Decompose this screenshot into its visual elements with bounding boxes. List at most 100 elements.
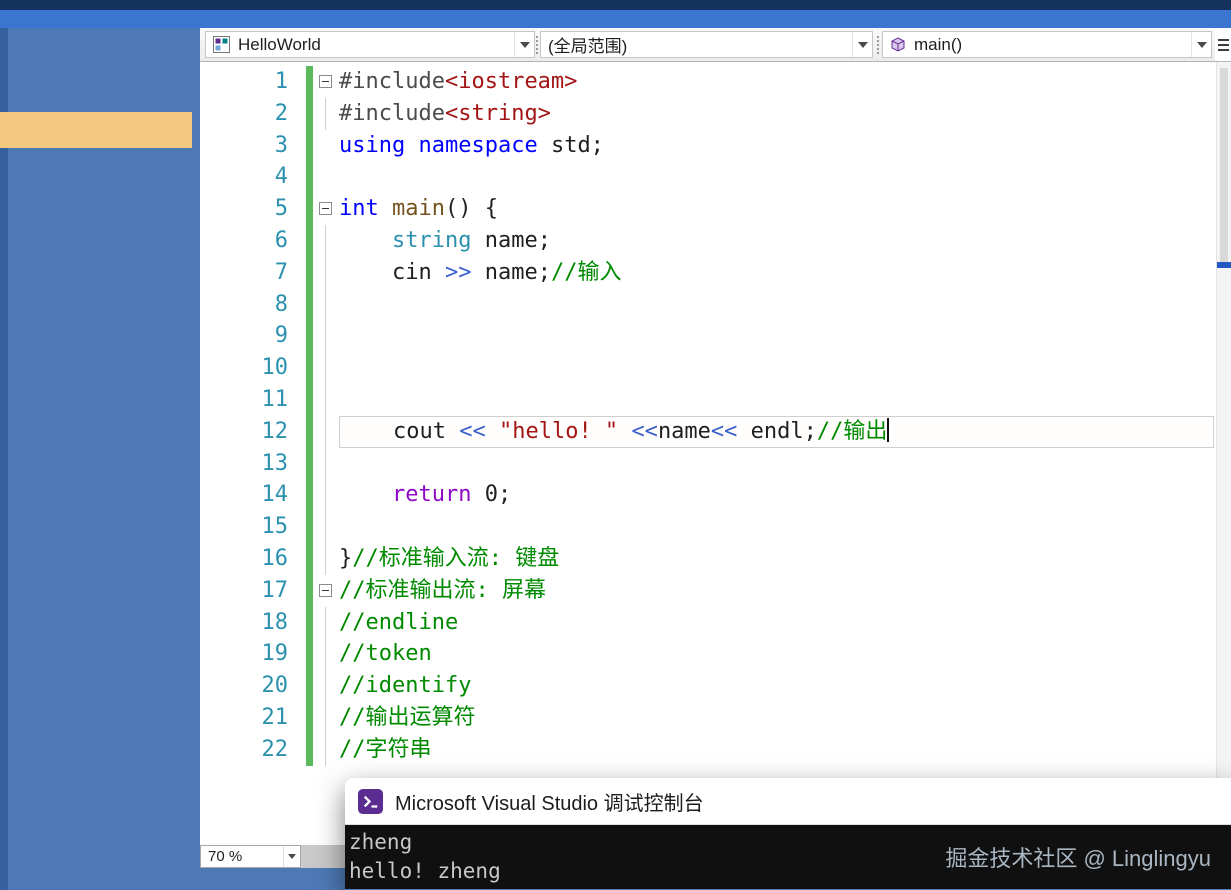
collapse-minus-icon[interactable] (319, 584, 332, 597)
code-line[interactable]: 14 return 0; (200, 479, 1216, 511)
code-line[interactable]: 4 (200, 161, 1216, 193)
document-options-icon[interactable] (1215, 28, 1231, 61)
code-text[interactable]: //标准输出流: 屏幕 (339, 575, 1214, 607)
code-line[interactable]: 16 }//标准输入流: 键盘 (200, 543, 1216, 575)
change-track-bar (306, 575, 313, 607)
line-number[interactable]: 5 (200, 193, 304, 225)
fold-gutter (313, 543, 339, 575)
code-token: std; (538, 133, 604, 158)
sidebar-highlight-item[interactable] (0, 112, 192, 148)
fold-toggle-icon[interactable] (313, 575, 339, 607)
code-text[interactable] (339, 161, 1214, 193)
line-number[interactable]: 1 (200, 66, 304, 98)
line-number[interactable]: 6 (200, 225, 304, 257)
code-text[interactable]: //字符串 (339, 734, 1214, 766)
navbar-splitter[interactable] (877, 36, 881, 54)
line-number[interactable]: 12 (200, 416, 304, 448)
line-number[interactable]: 7 (200, 257, 304, 289)
code-line[interactable]: 13 (200, 448, 1216, 480)
collapse-minus-icon[interactable] (319, 202, 332, 215)
code-line[interactable]: 15 (200, 511, 1216, 543)
project-dropdown[interactable]: HelloWorld (205, 31, 535, 58)
line-number[interactable]: 16 (200, 543, 304, 575)
console-title-bar[interactable]: Microsoft Visual Studio 调试控制台 (345, 778, 1231, 825)
fold-toggle-icon[interactable] (313, 66, 339, 98)
code-text[interactable]: //endline (339, 607, 1214, 639)
code-text[interactable]: //identify (339, 670, 1214, 702)
line-number[interactable]: 17 (200, 575, 304, 607)
code-token: namespace (418, 133, 537, 158)
collapse-minus-icon[interactable] (319, 75, 332, 88)
code-text[interactable]: int main() { (339, 193, 1214, 225)
line-number[interactable]: 10 (200, 352, 304, 384)
code-text[interactable]: cin >> name;//输入 (339, 257, 1214, 289)
line-number[interactable]: 11 (200, 384, 304, 416)
code-token: #include (339, 101, 445, 126)
code-line[interactable]: 18 //endline (200, 607, 1216, 639)
code-line[interactable]: 6 string name; (200, 225, 1216, 257)
code-text[interactable] (339, 320, 1214, 352)
console-output-area[interactable]: zhenghello! zheng 掘金技术社区 @ Linglingyu (345, 825, 1231, 889)
code-line[interactable]: 22 //字符串 (200, 734, 1216, 766)
code-line[interactable]: 5 int main() { (200, 193, 1216, 225)
change-track-bar (306, 66, 313, 98)
line-number[interactable]: 20 (200, 670, 304, 702)
code-text[interactable] (339, 448, 1214, 480)
code-line[interactable]: 7 cin >> name;//输入 (200, 257, 1216, 289)
code-text[interactable]: //token (339, 638, 1214, 670)
chevron-down-icon[interactable] (1191, 32, 1211, 57)
code-line[interactable]: 3 using namespace std; (200, 130, 1216, 162)
code-text[interactable]: using namespace std; (339, 130, 1214, 162)
window-title-strip (0, 10, 1231, 28)
line-number[interactable]: 3 (200, 130, 304, 162)
scrollbar-thumb[interactable] (1220, 68, 1228, 268)
code-line[interactable]: 20 //identify (200, 670, 1216, 702)
code-line[interactable]: 21 //输出运算符 (200, 702, 1216, 734)
code-text[interactable]: //输出运算符 (339, 702, 1214, 734)
code-line[interactable]: 1 #include<iostream> (200, 66, 1216, 98)
line-number[interactable]: 13 (200, 448, 304, 480)
line-number[interactable]: 4 (200, 161, 304, 193)
code-line[interactable]: 8 (200, 289, 1216, 321)
chevron-down-icon[interactable] (852, 32, 872, 57)
code-line[interactable]: 17 //标准输出流: 屏幕 (200, 575, 1216, 607)
fold-gutter (313, 225, 339, 257)
line-number[interactable]: 9 (200, 320, 304, 352)
code-line[interactable]: 12 cout << "hello! " <<name<< endl;//输出 (200, 416, 1216, 448)
horizontal-scrollbar-track[interactable] (301, 845, 345, 868)
chevron-down-icon[interactable] (514, 32, 534, 57)
code-text[interactable] (339, 352, 1214, 384)
line-number[interactable]: 2 (200, 98, 304, 130)
line-number[interactable]: 21 (200, 702, 304, 734)
vertical-scrollbar[interactable] (1216, 62, 1231, 778)
window-top-strip (0, 0, 1231, 10)
line-number[interactable]: 14 (200, 479, 304, 511)
code-line[interactable]: 9 (200, 320, 1216, 352)
zoom-control[interactable]: 70 % (200, 845, 301, 868)
code-text[interactable]: #include<iostream> (339, 66, 1214, 98)
line-number[interactable]: 22 (200, 734, 304, 766)
code-editor[interactable]: 1 #include<iostream> 2 #include<string> 3 usi… (200, 62, 1216, 845)
line-number[interactable]: 18 (200, 607, 304, 639)
code-text[interactable]: #include<string> (339, 98, 1214, 130)
code-line[interactable]: 19 //token (200, 638, 1216, 670)
code-line[interactable]: 2 #include<string> (200, 98, 1216, 130)
code-text[interactable] (339, 511, 1214, 543)
code-text[interactable] (339, 384, 1214, 416)
scope-dropdown[interactable]: (全局范围) (540, 31, 873, 58)
code-text[interactable] (339, 289, 1214, 321)
code-line[interactable]: 11 (200, 384, 1216, 416)
code-text[interactable]: cout << "hello! " <<name<< endl;//输出 (339, 416, 1214, 448)
code-text[interactable]: return 0; (339, 479, 1214, 511)
member-dropdown[interactable]: main() (882, 31, 1212, 58)
code-token (339, 482, 392, 507)
change-track-bar (306, 384, 313, 416)
line-number[interactable]: 15 (200, 511, 304, 543)
code-text[interactable]: }//标准输入流: 键盘 (339, 543, 1214, 575)
line-number[interactable]: 8 (200, 289, 304, 321)
fold-toggle-icon[interactable] (313, 193, 339, 225)
code-line[interactable]: 10 (200, 352, 1216, 384)
code-text[interactable]: string name; (339, 225, 1214, 257)
chevron-down-icon[interactable] (283, 846, 300, 867)
line-number[interactable]: 19 (200, 638, 304, 670)
